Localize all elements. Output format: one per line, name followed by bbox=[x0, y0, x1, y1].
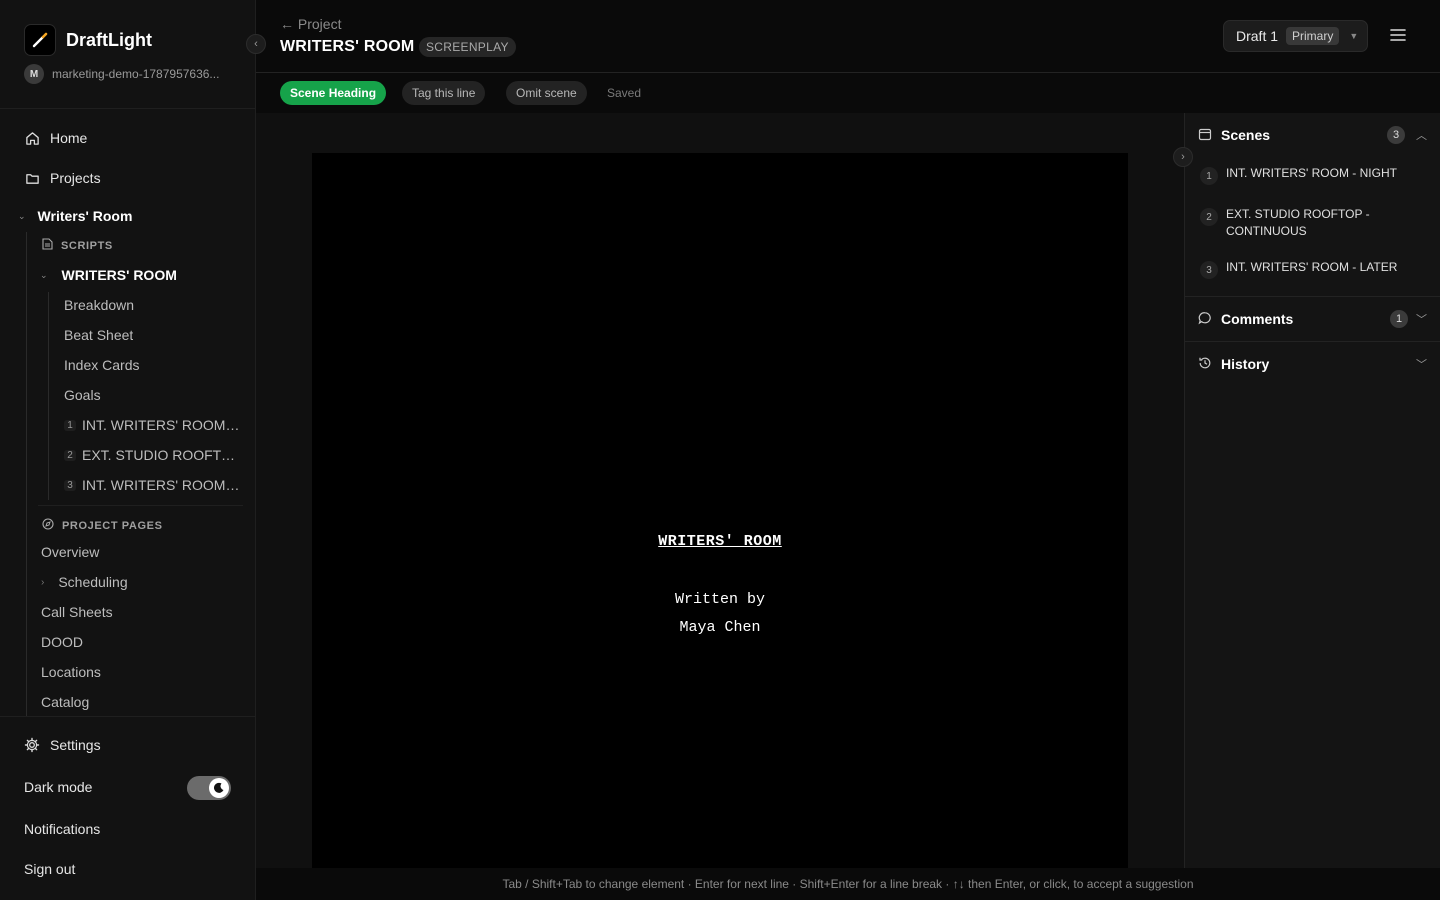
sidebar-item-beat-sheet[interactable]: Beat Sheet bbox=[64, 327, 133, 343]
panel-scene-item[interactable]: 2 EXT. STUDIO ROOFTOP - CONTINUOUS bbox=[1200, 206, 1390, 240]
draft-primary-badge: Primary bbox=[1286, 27, 1340, 45]
comments-count-badge: 1 bbox=[1390, 310, 1408, 328]
compass-icon bbox=[42, 518, 54, 533]
gear-icon bbox=[24, 737, 40, 753]
brand-name: DraftLight bbox=[66, 29, 152, 50]
sidebar-divider bbox=[0, 716, 256, 717]
panel-scene-item[interactable]: 3 INT. WRITERS' ROOM - LATER bbox=[1200, 259, 1425, 279]
sidebar-item-label: Home bbox=[50, 130, 88, 146]
draft-label: Draft 1 bbox=[1236, 28, 1279, 44]
caret-down-icon: ▼ bbox=[1349, 31, 1359, 41]
app-root: DraftLight M marketing-demo-1787957636..… bbox=[0, 0, 1440, 900]
sidebar-scene-item[interactable]: 2 EXT. STUDIO ROOFTOP - CONTINUOUS bbox=[64, 447, 242, 463]
moon-icon bbox=[209, 778, 229, 798]
scenes-panel-header[interactable]: Scenes 3 ︿ bbox=[1185, 113, 1440, 157]
sidebar-item-index-cards[interactable]: Index Cards bbox=[64, 357, 139, 373]
chevron-up-icon: ︿ bbox=[1416, 130, 1427, 142]
script-page[interactable]: WRITERS' ROOM Written by Maya Chen bbox=[312, 153, 1128, 868]
document-icon bbox=[42, 238, 53, 253]
scenes-panel-title: Scenes bbox=[1221, 127, 1271, 143]
back-to-project-link[interactable]: ← Project bbox=[280, 16, 341, 32]
omit-scene-button[interactable]: Omit scene bbox=[506, 81, 587, 105]
collapse-panel-button[interactable]: › bbox=[1173, 147, 1193, 167]
document-type-badge: SCREENPLAY bbox=[419, 37, 516, 57]
sidebar-item-project[interactable]: ⌄ Writers' Room bbox=[18, 208, 132, 224]
panel-scene-item[interactable]: 1 INT. WRITERS' ROOM - NIGHT bbox=[1200, 165, 1425, 185]
sidebar-divider bbox=[0, 108, 256, 109]
collapse-sidebar-button[interactable]: ‹ bbox=[246, 34, 266, 54]
sidebar-item-projects[interactable]: Projects bbox=[24, 170, 101, 186]
page-title: WRITERS' ROOM bbox=[280, 38, 415, 55]
brand-logo-icon bbox=[24, 24, 56, 56]
sidebar-item-call-sheets[interactable]: Call Sheets bbox=[41, 604, 113, 620]
project-name: Writers' Room bbox=[37, 208, 133, 224]
sidebar-item-locations[interactable]: Locations bbox=[41, 664, 101, 680]
sidebar-item-home[interactable]: Home bbox=[24, 130, 87, 146]
save-status: Saved bbox=[607, 86, 642, 100]
chevron-right-icon: › bbox=[1181, 151, 1185, 163]
chevron-down-icon: ⌄ bbox=[18, 210, 26, 221]
calendar-icon bbox=[1198, 127, 1212, 144]
sidebar-item-catalog[interactable]: Catalog bbox=[41, 694, 89, 710]
sidebar-item-goals[interactable]: Goals bbox=[64, 387, 101, 403]
comment-icon bbox=[1198, 311, 1212, 328]
script-written-by[interactable]: Written by bbox=[312, 591, 1128, 608]
sidebar-item-label: Settings bbox=[50, 737, 101, 753]
script-name: WRITERS' ROOM bbox=[61, 267, 177, 283]
menu-button[interactable] bbox=[1389, 26, 1409, 46]
sidebar-item-overview[interactable]: Overview bbox=[41, 544, 99, 560]
history-icon bbox=[1198, 356, 1212, 373]
scenes-count-badge: 3 bbox=[1387, 126, 1405, 144]
workspace-name: marketing-demo-1787957636... bbox=[52, 67, 220, 81]
chevron-down-icon: ⌄ bbox=[40, 269, 48, 280]
history-panel-header[interactable]: History ﹀ bbox=[1185, 342, 1440, 386]
tree-line bbox=[26, 232, 27, 716]
comments-panel-title: Comments bbox=[1221, 311, 1294, 327]
right-panel: Scenes 3 ︿ 1 INT. WRITERS' ROOM - NIGHT … bbox=[1184, 113, 1440, 868]
history-panel-title: History bbox=[1221, 356, 1270, 372]
dark-mode-toggle[interactable] bbox=[187, 776, 231, 800]
chevron-left-icon: ‹ bbox=[254, 38, 258, 50]
sidebar-item-sign-out[interactable]: Sign out bbox=[24, 861, 75, 877]
tag-line-button[interactable]: Tag this line bbox=[402, 81, 486, 105]
script-title[interactable]: WRITERS' ROOM bbox=[312, 533, 1128, 550]
folder-icon bbox=[24, 170, 40, 186]
workspace-switcher[interactable]: M marketing-demo-1787957636... bbox=[24, 64, 239, 84]
home-icon bbox=[24, 130, 40, 146]
chevron-down-icon: ﹀ bbox=[1416, 359, 1427, 371]
editor-header: ← Project WRITERS' ROOM SCREENPLAY Draft… bbox=[256, 0, 1440, 73]
sidebar-scene-item[interactable]: 3 INT. WRITERS' ROOM - LATER bbox=[64, 477, 242, 493]
dark-mode-label: Dark mode bbox=[24, 779, 93, 795]
sidebar-item-scheduling[interactable]: › Scheduling bbox=[41, 574, 128, 590]
hamburger-icon bbox=[1390, 29, 1406, 41]
brand[interactable]: DraftLight bbox=[24, 24, 152, 56]
chevron-down-icon: ﹀ bbox=[1416, 314, 1427, 326]
sidebar-item-label: Projects bbox=[50, 170, 101, 186]
sidebar: DraftLight M marketing-demo-1787957636..… bbox=[0, 0, 256, 900]
scripts-section-label: SCRIPTS bbox=[42, 238, 113, 253]
script-author[interactable]: Maya Chen bbox=[312, 619, 1128, 636]
sidebar-item-dood[interactable]: DOOD bbox=[41, 634, 83, 650]
sidebar-item-settings[interactable]: Settings bbox=[24, 737, 101, 753]
comments-panel-header[interactable]: Comments 1 ﹀ bbox=[1185, 297, 1440, 341]
project-pages-section-label: PROJECT PAGES bbox=[42, 518, 163, 533]
sidebar-item-breakdown[interactable]: Breakdown bbox=[64, 297, 134, 313]
sidebar-scene-item[interactable]: 1 INT. WRITERS' ROOM - NIGHT bbox=[64, 417, 242, 433]
sidebar-item-script[interactable]: ⌄ WRITERS' ROOM bbox=[40, 267, 177, 283]
draft-selector[interactable]: Draft 1 Primary ▼ bbox=[1223, 20, 1368, 52]
sidebar-item-notifications[interactable]: Notifications bbox=[24, 821, 100, 837]
keyboard-hint-bar: Tab / Shift+Tab to change element · Ente… bbox=[256, 868, 1440, 900]
scene-heading-button[interactable]: Scene Heading bbox=[280, 81, 387, 105]
sidebar-divider bbox=[38, 505, 243, 506]
workspace-avatar: M bbox=[24, 64, 44, 84]
tree-line bbox=[48, 292, 49, 500]
chevron-right-icon: › bbox=[41, 576, 45, 588]
